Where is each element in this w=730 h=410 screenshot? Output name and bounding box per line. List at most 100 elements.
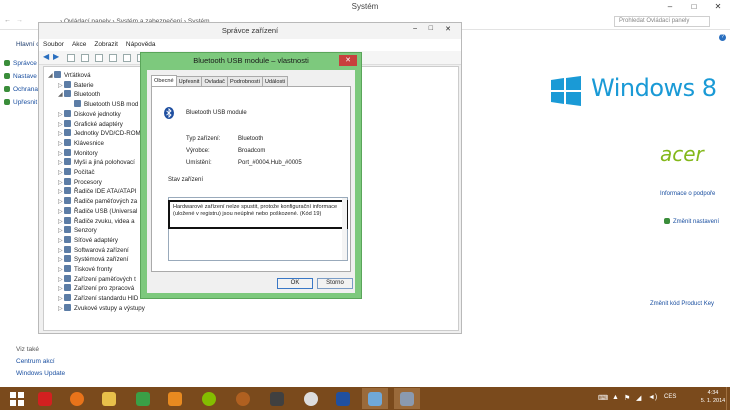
device-category-icon [64,274,71,282]
shield-icon [4,99,10,105]
tree-node[interactable]: ▷ Řadiče IDE ATA/ATAPI [58,187,136,196]
tree-node[interactable]: ▷ Systémová zařízení [58,255,128,264]
taskbar-firefox[interactable] [64,388,90,409]
back-icon[interactable]: ◀ [43,52,49,61]
menu-help[interactable]: Nápověda [122,39,160,51]
taskbar-spotify[interactable] [196,388,222,409]
tree-node-label: Senzory [74,227,97,235]
tree-node[interactable]: ▷ Myši a jiná polohovací [58,158,135,167]
clock[interactable]: 4:34 5. 1. 2014 [700,389,726,405]
properties-icon[interactable] [67,54,75,62]
minimize-button[interactable]: – [662,0,678,14]
taskbar-control-panel[interactable] [362,388,388,409]
tree-node[interactable]: ▷ Diskové jednotky [58,109,121,119]
taskbar-app-orange[interactable] [230,388,256,409]
left-link-settings[interactable]: Nastave [4,73,37,80]
tree-node[interactable]: ▷ Počítač [58,168,95,177]
tree-node[interactable]: ◢ Vrťátková [48,71,91,80]
tree-node-label: Řadiče paměťových za [74,198,138,206]
app-icon [236,391,250,406]
tree-node[interactable]: ▷ Zařízení standardu HID [58,294,138,303]
tree-node[interactable]: ▷ Klávesnice [58,138,104,148]
show-desktop-button[interactable] [726,387,730,410]
tab-strip: Obecné Upřesnit Ovladač Podrobnosti Události [151,75,289,87]
start-button[interactable] [4,388,30,409]
menu-file[interactable]: Soubor [39,39,68,51]
flag-icon[interactable]: ⚑ [624,394,630,402]
field-label-manufacturer: Výrobce: [186,148,210,154]
keyboard-icon[interactable]: ⌨ [598,394,608,402]
tree-node[interactable]: ▷ Softwarová zařízení [58,245,129,255]
field-value-location: Port_#0004.Hub_#0005 [238,160,302,166]
change-product-key-link[interactable]: Změnit kód Product Key [650,301,714,307]
menu-action[interactable]: Akce [68,39,90,51]
tree-node-label: Zařízení standardu HID [74,295,139,303]
dm-maximize-button[interactable]: □ [429,25,433,32]
menu-view[interactable]: Zobrazit [90,39,121,51]
tree-node-label: Monitory [74,149,98,157]
search-input[interactable]: Prohledat Ovládací panely [614,16,710,27]
scan-hardware-icon[interactable] [123,54,131,62]
tree-node[interactable]: ▷ Zařízení pro zpracová [58,284,134,293]
device-category-icon [64,265,71,272]
network-icon[interactable]: ◢ [636,394,641,402]
tree-node[interactable]: ▷ Řadiče USB (Universal [58,206,137,216]
help-icon[interactable]: ? [719,34,726,41]
tree-node[interactable]: ▷ Zařízení paměťových t [58,274,136,284]
tree-node-label: Počítač [74,169,95,176]
left-link-device-manager[interactable]: Správce [4,60,37,67]
view-icon[interactable] [81,54,89,62]
tree-node[interactable]: ▷ Síťové adaptéry [58,235,118,245]
show-hidden-icons[interactable]: ▲ [612,394,619,401]
taskbar-app-flag[interactable] [330,388,356,409]
tree-node-label: Procesory [74,178,102,186]
tree-node[interactable]: ▷ Tiskové fronty [58,265,112,274]
shield-icon [4,73,10,79]
left-link-advanced[interactable]: Upřesnit [4,99,37,106]
support-info-link[interactable]: Informace o podpoře [660,191,715,197]
ok-button[interactable]: OK [277,278,313,289]
tree-node[interactable]: ▷ Baterie [58,80,94,90]
tree-node[interactable]: ▷ Monitory [58,148,98,158]
taskbar-media-player[interactable] [162,388,188,409]
tree-node[interactable]: ▷ Grafické adaptéry [58,119,123,129]
volume-icon[interactable]: ◄) [648,394,657,401]
app-icon [270,391,284,406]
language-indicator[interactable]: CES [664,394,676,400]
change-settings-link[interactable]: Změnit nastavení [664,218,719,225]
action-center-link[interactable]: Centrum akcí [16,358,55,365]
taskbar-device-manager[interactable] [394,388,420,409]
cancel-button[interactable]: Storno [317,278,353,289]
help-toolbar-icon[interactable] [95,54,103,62]
update-driver-icon[interactable] [109,54,117,62]
taskbar-explorer[interactable] [96,388,122,409]
tree-node[interactable]: ▷ Procesory [58,177,102,187]
taskbar-app-dark[interactable] [264,388,290,409]
left-link-protection[interactable]: Ochrana [4,86,38,93]
tree-node[interactable]: ▷ Řadiče zvuku, videa a [58,216,135,226]
back-arrow-icon[interactable]: ← [4,17,11,24]
close-button[interactable]: ✕ [710,0,726,14]
taskbar-power-app[interactable] [32,388,58,409]
device-category-icon [64,109,71,117]
taskbar-app-eye[interactable] [298,388,324,409]
maximize-button[interactable]: □ [686,0,702,14]
shield-icon [4,60,10,66]
dialog-close-button[interactable]: ✕ [339,55,357,66]
tree-node[interactable]: ▷ Jednotky DVD/CD-ROM [58,129,141,138]
tree-node[interactable]: ▷ Zvukové vstupy a výstupy [58,303,145,313]
tree-node[interactable]: ▷ Řadiče paměťových za [58,197,137,206]
status-label: Stav zařízení [168,177,204,183]
tree-node-label: Baterie [74,81,94,89]
forward-arrow-icon[interactable]: → [16,17,23,24]
dm-minimize-button[interactable]: – [413,25,417,32]
tree-node[interactable]: ◢ Bluetooth [58,90,100,99]
status-scrollbar[interactable] [342,198,347,260]
windows-update-link[interactable]: Windows Update [16,370,65,377]
dm-close-button[interactable]: ✕ [445,25,451,33]
forward-icon[interactable]: ▶ [53,52,59,61]
tree-node[interactable]: ▷ Senzory [58,226,97,235]
taskbar-app-green[interactable] [130,388,156,409]
device-category-icon [64,158,71,166]
tree-node[interactable]: Bluetooth USB mod [68,100,138,109]
